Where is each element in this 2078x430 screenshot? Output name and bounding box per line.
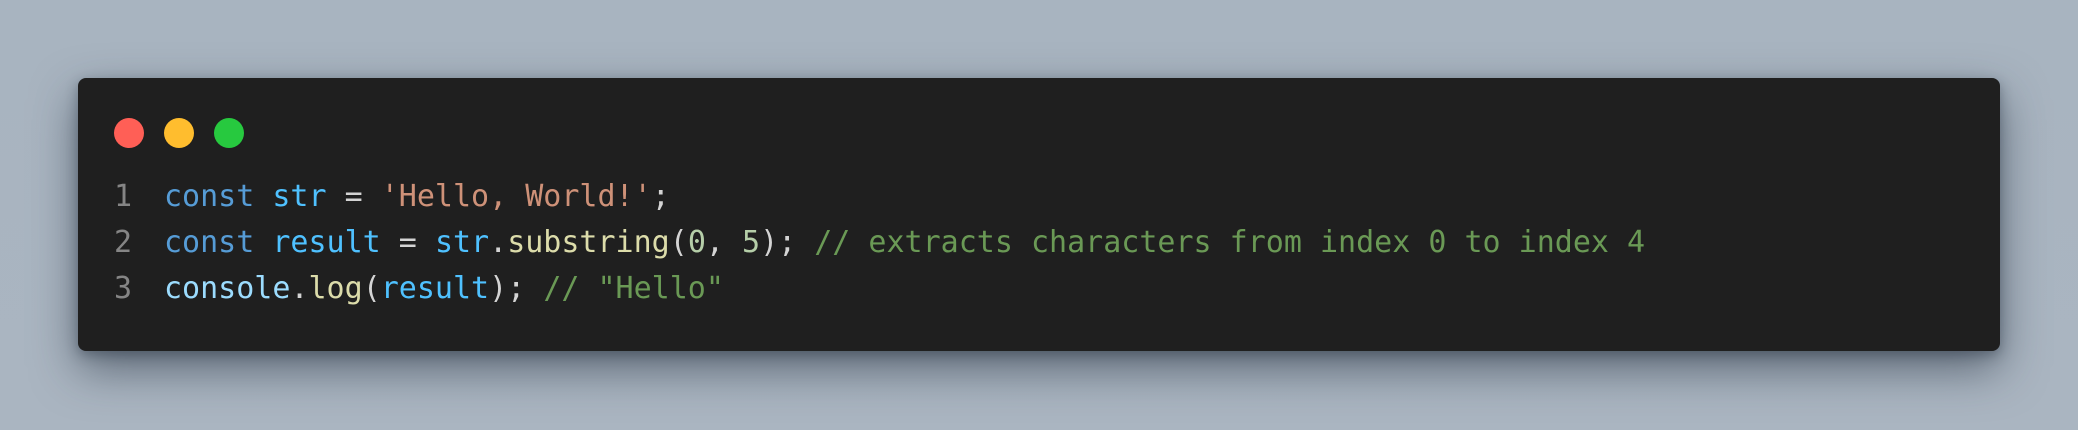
code-token: ( xyxy=(669,225,688,260)
code-token: const xyxy=(164,225,255,260)
maximize-button[interactable] xyxy=(214,118,244,148)
code-token: substring xyxy=(507,225,670,260)
close-button[interactable] xyxy=(114,118,144,148)
code-content: console.log(result); // "Hello" xyxy=(164,266,724,312)
code-window: 1 const str = 'Hello, World!'; 2 const resu… xyxy=(78,78,2000,351)
code-token: console xyxy=(164,271,291,306)
code-token: str xyxy=(272,179,327,214)
line-number: 1 xyxy=(114,179,133,214)
code-token: ); xyxy=(760,225,815,260)
code-block[interactable]: 1 const str = 'Hello, World!'; 2 const resu… xyxy=(114,174,1645,312)
code-token: . xyxy=(489,225,508,260)
code-line: 3 console.log(result); // "Hello" xyxy=(114,266,1645,312)
line-number: 2 xyxy=(114,225,133,260)
code-token: . xyxy=(290,271,309,306)
code-content: const str = 'Hello, World!'; xyxy=(164,174,670,220)
code-token: = xyxy=(380,225,435,260)
code-token: // "Hello" xyxy=(543,271,724,306)
code-token: log xyxy=(308,271,363,306)
code-token: // extracts characters from index 0 to i… xyxy=(814,225,1646,260)
code-token: , xyxy=(705,225,742,260)
minimize-button[interactable] xyxy=(164,118,194,148)
code-token: 'Hello, World!' xyxy=(380,179,652,214)
window-controls xyxy=(114,118,244,148)
line-number: 3 xyxy=(114,271,133,306)
code-token: result xyxy=(380,271,490,306)
code-token: const xyxy=(164,179,255,214)
code-token: result xyxy=(272,225,381,260)
code-line: 1 const str = 'Hello, World!'; xyxy=(114,174,1645,220)
code-token: = xyxy=(326,179,381,214)
code-token: ; xyxy=(651,179,670,214)
code-token: str xyxy=(434,225,490,260)
code-token: ( xyxy=(362,271,381,306)
code-token: 0 xyxy=(687,225,706,260)
code-line: 2 const result = str.substring(0, 5); // … xyxy=(114,220,1645,266)
code-token: ); xyxy=(489,271,544,306)
code-content: const result = str.substring(0, 5); // e… xyxy=(164,220,1645,266)
code-token: 5 xyxy=(742,225,761,260)
